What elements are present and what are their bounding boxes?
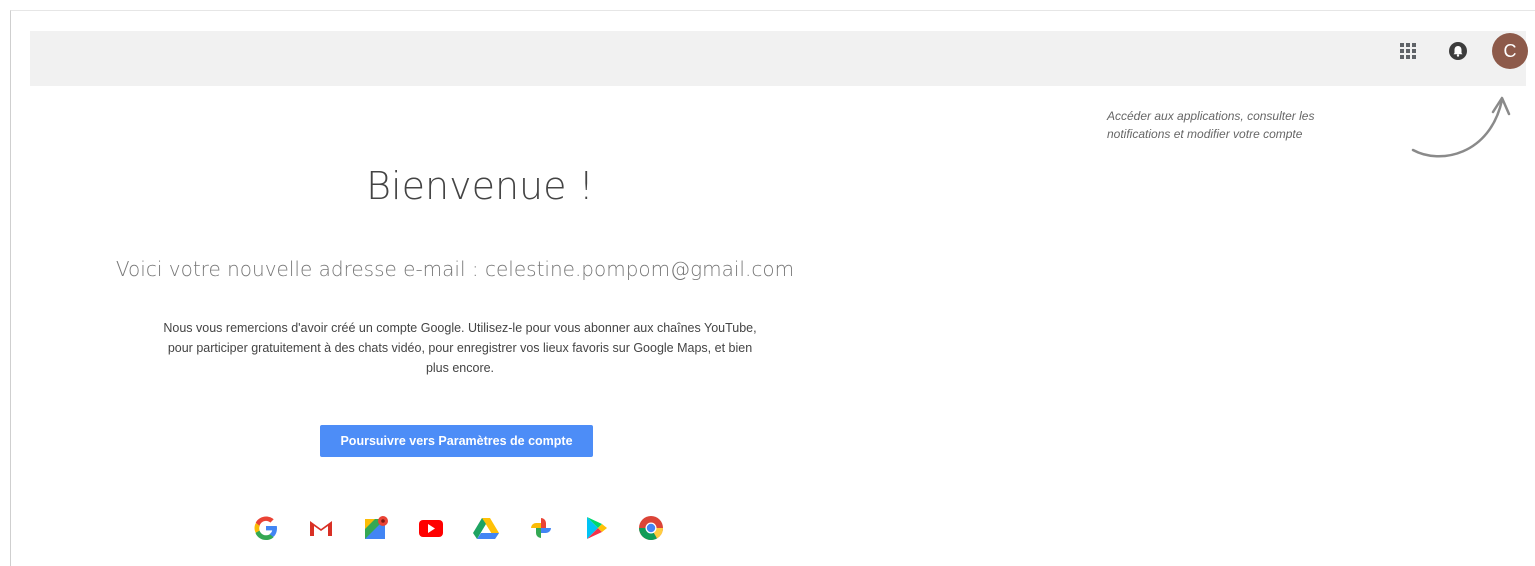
google-icon[interactable]	[250, 512, 282, 544]
top-bar	[30, 31, 1526, 86]
gmail-icon[interactable]	[305, 512, 337, 544]
photos-icon[interactable]	[525, 512, 557, 544]
onboarding-tooltip: Accéder aux applications, consulter les …	[1107, 107, 1407, 143]
description: Nous vous remercions d'avoir créé un com…	[90, 318, 830, 378]
curved-arrow-icon	[1411, 96, 1511, 158]
new-email-address: Voici votre nouvelle adresse e-mail : ce…	[115, 257, 795, 281]
notifications-bell-icon[interactable]	[1447, 40, 1469, 62]
maps-icon[interactable]	[360, 512, 392, 544]
description-line-1: Nous vous remercions d'avoir créé un com…	[163, 321, 757, 335]
play-store-icon[interactable]	[580, 512, 612, 544]
avatar[interactable]: C	[1492, 33, 1528, 69]
description-line-3: plus encore.	[425, 361, 495, 375]
window-frame	[10, 10, 1535, 566]
drive-icon[interactable]	[470, 512, 502, 544]
description-line-2: pour participer gratuitement à des chats…	[167, 341, 753, 355]
chrome-icon[interactable]	[635, 512, 667, 544]
welcome-heading: Bienvenue !	[366, 164, 594, 208]
apps-grid-icon[interactable]	[1397, 40, 1419, 62]
youtube-icon[interactable]	[415, 512, 447, 544]
tooltip-line-2: notifications et modifier votre compte	[1107, 127, 1303, 141]
tooltip-line-1: Accéder aux applications, consulter les	[1107, 109, 1315, 123]
continue-to-account-settings-button[interactable]: Poursuivre vers Paramètres de compte	[320, 425, 593, 457]
